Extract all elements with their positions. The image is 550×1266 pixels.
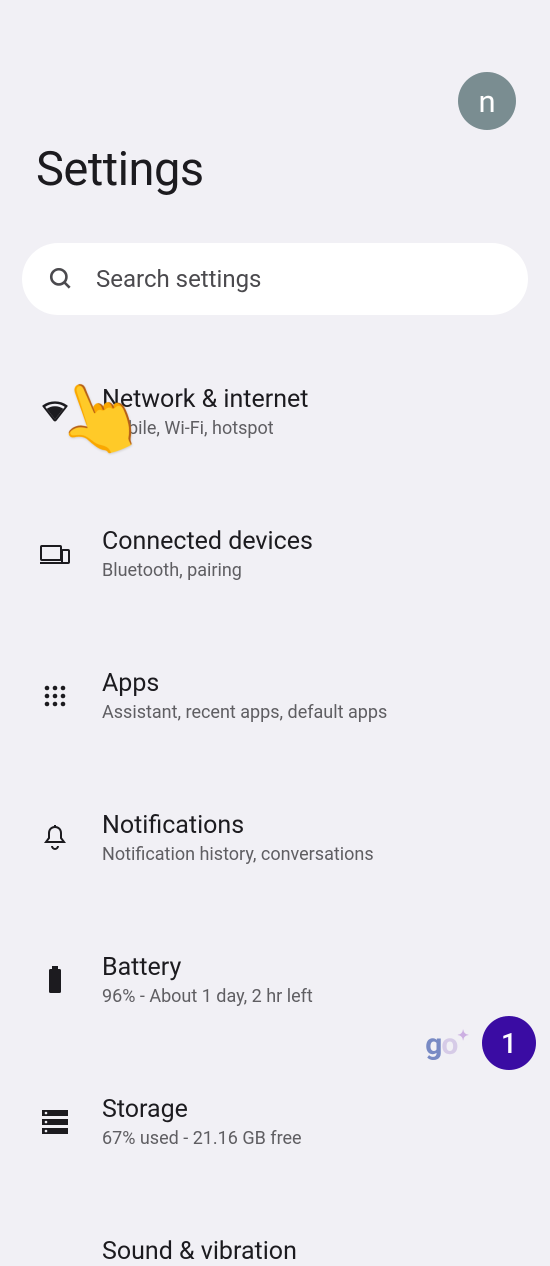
go-logo: go✦ xyxy=(425,1027,468,1062)
step-badge: 1 xyxy=(482,1016,536,1070)
item-notifications[interactable]: Notifications Notification history, conv… xyxy=(0,785,550,891)
search-icon xyxy=(48,266,74,292)
battery-icon xyxy=(40,966,70,994)
settings-list: Network & internet Mobile, Wi-Fi, hotspo… xyxy=(0,315,550,1266)
item-subtitle: Bluetooth, pairing xyxy=(102,560,313,581)
item-sound-vibration[interactable]: Sound & vibration xyxy=(0,1211,550,1266)
item-subtitle: Notification history, conversations xyxy=(102,844,374,865)
item-network-internet[interactable]: Network & internet Mobile, Wi-Fi, hotspo… xyxy=(0,359,550,465)
item-subtitle: 96% - About 1 day, 2 hr left xyxy=(102,986,313,1007)
search-settings[interactable]: Search settings xyxy=(22,243,528,315)
item-subtitle: Mobile, Wi-Fi, hotspot xyxy=(102,418,308,439)
avatar-letter: n xyxy=(478,83,495,120)
item-title: Notifications xyxy=(102,811,374,840)
profile-avatar[interactable]: n xyxy=(458,72,516,130)
item-connected-devices[interactable]: Connected devices Bluetooth, pairing xyxy=(0,501,550,607)
page-title: Settings xyxy=(0,130,550,197)
item-title: Battery xyxy=(102,953,313,982)
item-title: Apps xyxy=(102,669,387,698)
search-placeholder: Search settings xyxy=(96,265,261,293)
item-subtitle: 67% used - 21.16 GB free xyxy=(102,1128,302,1149)
item-apps[interactable]: Apps Assistant, recent apps, default app… xyxy=(0,643,550,749)
item-title: Sound & vibration xyxy=(102,1237,297,1266)
wifi-icon xyxy=(40,401,70,423)
badge-number: 1 xyxy=(501,1027,517,1060)
item-title: Connected devices xyxy=(102,527,313,556)
item-storage[interactable]: Storage 67% used - 21.16 GB free xyxy=(0,1069,550,1175)
item-title: Network & internet xyxy=(102,385,308,414)
apps-icon xyxy=(40,684,70,708)
item-battery[interactable]: Battery 96% - About 1 day, 2 hr left xyxy=(0,927,550,1033)
devices-icon xyxy=(40,543,70,565)
storage-icon xyxy=(40,1110,70,1134)
item-subtitle: Assistant, recent apps, default apps xyxy=(102,702,387,723)
item-title: Storage xyxy=(102,1095,302,1124)
bell-icon xyxy=(40,824,70,852)
